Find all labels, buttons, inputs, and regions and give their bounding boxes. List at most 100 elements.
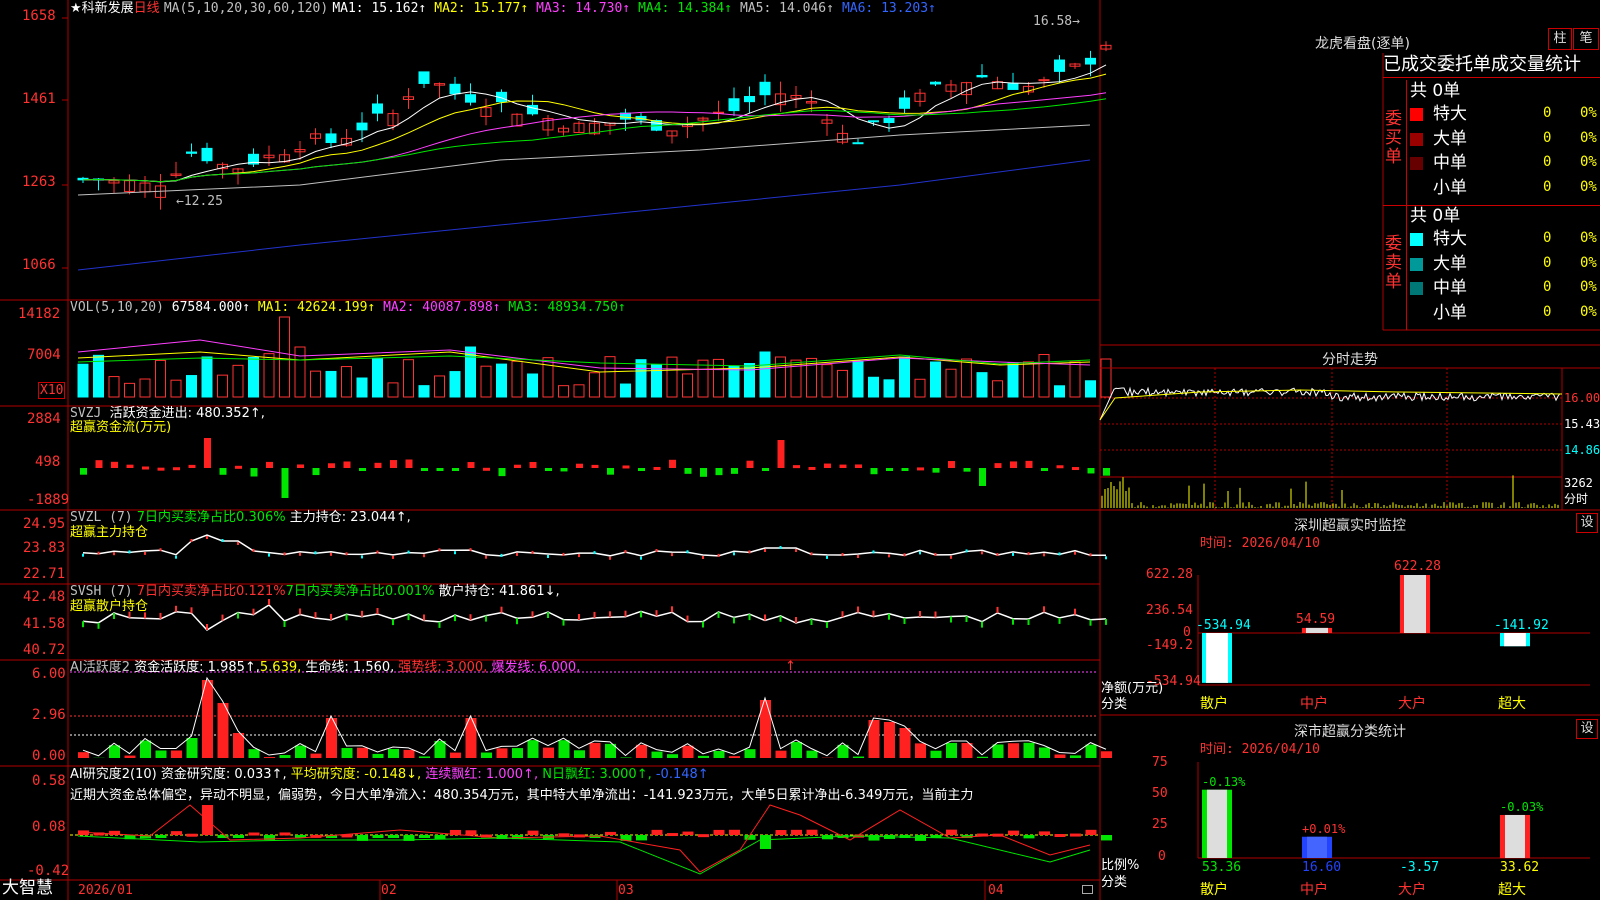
lock-icon[interactable] [1082,885,1093,894]
sz-monitor-tick: -149.2 [1146,638,1193,653]
activity-bar [651,751,663,758]
research-bar [1101,835,1112,841]
retail-tick [965,616,968,622]
ai-active-tick: 2.96 [32,707,66,723]
research-bar [806,829,818,835]
holding-tick [872,550,875,554]
retail-tick [593,611,596,618]
flow-bar [219,468,227,475]
flow-bar [405,459,413,468]
high-price-mark: 16.58→ [1033,14,1080,29]
sz-monitor-settings-button[interactable]: 设 [1576,513,1598,533]
research-bar [791,829,802,835]
activity-bar [744,749,756,758]
holding-tick [237,542,239,545]
retail-tick [82,621,84,628]
volume-bar [201,356,213,398]
activity-bar [620,757,632,758]
order-type-label: 特大 [1433,229,1467,249]
tab-orders[interactable]: 委托单 [1437,54,1491,75]
holding-tick [965,549,968,553]
sz-classify-settings-button[interactable]: 设 [1576,719,1598,739]
activity-bar [682,745,694,758]
volume-bar [728,365,740,398]
flow-bar [235,465,242,469]
holding-tick [423,554,425,558]
volume-bar [77,363,89,398]
volume-tick: 14182 [18,306,61,322]
research-bar [388,835,399,838]
research-bar [651,829,663,835]
retail-tick [376,608,379,614]
flow-bar [436,468,444,471]
price-tick: 1658 [22,8,56,24]
activity-bar [636,744,647,758]
bar-view-button[interactable]: 柱 [1548,28,1572,50]
pen-view-button[interactable]: 笔 [1573,28,1599,50]
price-tick: 1461 [22,91,56,107]
sz-classify-xlabel: 分类 [1101,875,1128,890]
main-chart-canvas[interactable] [0,0,1600,900]
flow-bar [793,465,800,469]
order-percent: 0% [1580,178,1597,195]
holding-tick [733,552,735,556]
sz-monitor-tick: 622.28 [1146,567,1193,582]
x-axis-label: 04 [988,883,1004,898]
ai-commentary: 近期大资金总体偏空，异动不明显，偏弱势，今日大单净流入：480.354万元，其中… [70,788,974,803]
intraday-tick: 16.00 [1564,391,1600,405]
classify-change-label: +0.01% [1302,821,1346,836]
volume-bar [1023,361,1034,398]
candle-body [744,96,755,103]
retail-tick [1089,619,1092,626]
research-bar [760,835,771,849]
retail-tick [175,605,177,612]
flow-bar [638,468,645,471]
volume-bar [1069,361,1081,398]
retail-tick [841,611,844,618]
research-bar [527,830,539,835]
holding-tick [345,552,348,556]
tab-volume-stats[interactable]: 成交量统计 [1491,54,1581,75]
volume-bar [852,360,864,398]
retail-tick [407,614,410,621]
retail-tick [392,619,394,626]
holding-tick [361,555,363,559]
holding-tick [1105,556,1107,560]
holding-tick [702,556,704,559]
research-bar [682,831,694,835]
order-percent: 0% [1580,129,1597,146]
flow-bar [312,468,320,476]
svzl-subtitle: 超赢主力持仓 [70,525,149,540]
activity-bar [791,741,802,758]
volume-bar [1085,380,1096,398]
volume-bar [434,375,445,398]
classify-value-label: -3.57 [1400,860,1440,875]
svsh-tick: 40.72 [23,642,66,658]
activity-bar [264,757,275,758]
holding-tick [857,555,859,558]
flow-bar [545,468,552,471]
activity-bar [171,750,182,758]
activity-bar [124,755,136,758]
stock-name: ★科新发展 [70,1,134,16]
activity-bar [372,753,384,758]
holding-tick [593,551,596,555]
flow-bar [777,440,785,468]
retail-tick [252,608,255,615]
candle-body [1007,83,1019,90]
classify-bar-highlight [1207,789,1227,858]
holding-tick [950,555,952,559]
activity-bar [527,740,539,758]
candle-body [356,122,368,131]
flow-bar [855,464,862,468]
retail-tick [1058,617,1061,624]
retail-tick [1043,606,1045,613]
holding-tick [934,552,937,556]
sz-classify-tick: 50 [1152,786,1168,801]
sz-classify-time: 时间: 2026/04/10 [1200,742,1320,757]
candle-body [728,98,740,112]
holding-tick [562,552,565,556]
flow-bar [266,461,273,468]
volume-bar [620,383,631,398]
tab-traded[interactable]: 已成交 [1383,54,1437,75]
